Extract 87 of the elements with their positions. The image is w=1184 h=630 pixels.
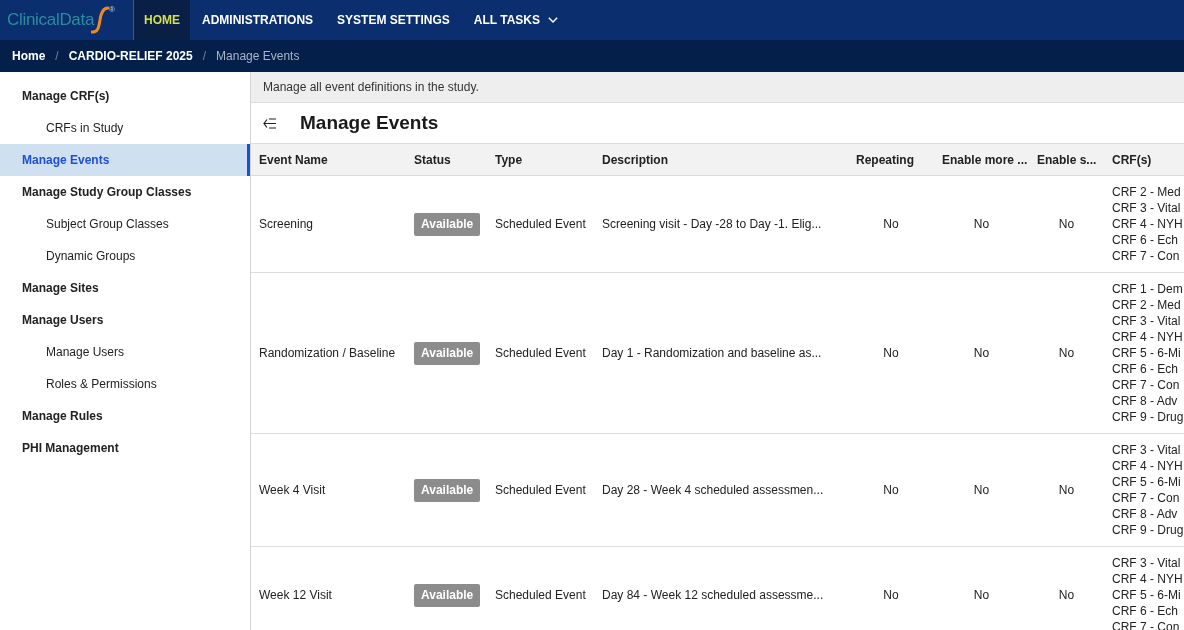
sidebar-item[interactable]: Manage Rules — [0, 400, 250, 432]
crf-name: CRF 9 - Drug — [1112, 409, 1184, 425]
crf-name: CRF 2 - Med — [1112, 297, 1182, 313]
nav-tab[interactable]: SYSTEM SETTINGS — [325, 0, 462, 40]
table-cell-text: No — [973, 482, 990, 499]
table-cell-text: Screening — [259, 216, 314, 233]
table-cell-text: Week 4 Visit — [259, 482, 326, 499]
table-cell-text: Week 12 Visit — [259, 587, 332, 604]
breadcrumb-current: Manage Events — [216, 48, 300, 65]
crf-name: CRF 3 - Vital — [1112, 200, 1182, 216]
table-cell-text: Day 1 - Randomization and baseline as... — [602, 345, 822, 362]
sidebar-item[interactable]: Manage Events — [0, 144, 250, 176]
status-badge: Available — [414, 583, 481, 607]
nav-tab[interactable]: HOME — [134, 0, 190, 40]
table-cell-text: Randomization / Baseline — [259, 345, 396, 362]
crf-name: CRF 4 - NYH — [1112, 329, 1184, 345]
crf-name: CRF 5 - 6-Mi — [1112, 474, 1182, 490]
crf-name: CRF 6 - Ech — [1112, 603, 1179, 619]
crf-name: CRF 3 - Vital — [1112, 555, 1182, 571]
column-header: CRF(s) — [1112, 151, 1152, 169]
table-cell-text: Scheduled Event — [495, 587, 586, 604]
table-cell-text: Scheduled Event — [495, 482, 586, 499]
table-cell-text: No — [883, 345, 899, 362]
nav-tab[interactable]: ALL TASKS — [461, 0, 571, 40]
table-cell-text: No — [883, 216, 899, 233]
status-badge: Available — [414, 341, 481, 365]
column-header: Status — [414, 151, 451, 169]
breadcrumb-separator: / — [202, 48, 207, 65]
crf-name: CRF 9 - Drug — [1112, 522, 1184, 538]
crf-name: CRF 4 - NYH — [1112, 571, 1184, 587]
sidebar-item[interactable]: PHI Management — [0, 432, 250, 464]
table-cell-text: Scheduled Event — [495, 216, 586, 233]
nav-tab[interactable]: ADMINISTRATIONS — [190, 0, 326, 40]
breadcrumb-link[interactable]: Home — [12, 47, 46, 65]
table-cell-text: No — [973, 587, 990, 604]
logo-text: ClinicalData — [7, 9, 95, 32]
crf-name: CRF 4 - NYH — [1112, 458, 1184, 474]
sidebar-item[interactable]: Dynamic Groups — [0, 240, 250, 272]
table-cell-text: No — [1058, 345, 1075, 362]
crf-name: CRF 4 - NYH — [1112, 216, 1184, 232]
table-cell-text: No — [973, 345, 990, 362]
column-header: Enable s... — [1037, 151, 1097, 169]
table-cell-text: No — [1058, 587, 1075, 604]
table-cell-text: No — [973, 216, 990, 233]
table-cell-text: No — [1058, 216, 1075, 233]
sidebar-item[interactable]: Manage Users — [0, 304, 250, 336]
sidebar-item[interactable]: Subject Group Classes — [0, 208, 250, 240]
column-header: Repeating — [856, 151, 914, 169]
crf-name: CRF 6 - Ech — [1112, 361, 1179, 377]
sidebar-item[interactable]: CRFs in Study — [0, 112, 250, 144]
registered-mark: ® — [109, 6, 115, 14]
crf-name: CRF 6 - Ech — [1112, 232, 1179, 248]
breadcrumb-separator: / — [55, 48, 59, 65]
crf-name: CRF 7 - Con — [1112, 248, 1181, 264]
table-cell-text: Scheduled Event — [495, 345, 586, 362]
arrow-lines-icon[interactable] — [263, 117, 277, 129]
page-title: Manage Events — [300, 110, 439, 135]
chevron-down-icon — [548, 17, 559, 23]
sidebar-item[interactable]: Manage Study Group Classes — [0, 176, 250, 208]
table-cell-text: Day 28 - Week 4 scheduled assessmen... — [602, 482, 824, 499]
crf-name: CRF 5 - 6-Mi — [1112, 345, 1182, 361]
column-header: Description — [602, 151, 668, 169]
status-badge: Available — [414, 478, 481, 502]
crf-name: CRF 1 - Dem — [1112, 281, 1184, 297]
column-header: Enable more ... — [942, 151, 1028, 169]
table-cell-text: Day 84 - Week 12 scheduled assessme... — [602, 587, 824, 604]
column-header: Event Name — [259, 151, 328, 169]
crf-name: CRF 8 - Adv — [1112, 393, 1179, 409]
crf-name: CRF 7 - Con — [1112, 377, 1181, 393]
column-header: Type — [495, 151, 523, 169]
crf-name: CRF 2 - Med — [1112, 184, 1182, 200]
sidebar-item[interactable]: Manage Sites — [0, 272, 250, 304]
crf-name: CRF 3 - Vital — [1112, 313, 1182, 329]
sidebar-item[interactable]: Manage Users — [0, 336, 250, 368]
crf-name: CRF 5 - 6-Mi — [1112, 587, 1182, 603]
table-cell-text: Screening visit - Day -28 to Day -1. Elig... — [602, 216, 822, 233]
sidebar-item[interactable]: Roles & Permissions — [0, 368, 250, 400]
crf-name: CRF 7 - Con — [1112, 490, 1181, 506]
table-cell-text: No — [1058, 482, 1075, 499]
table-cell-text: No — [883, 482, 899, 499]
table-cell-text: No — [883, 587, 899, 604]
crf-name: CRF 3 - Vital — [1112, 442, 1182, 458]
crf-name: CRF 8 - Adv — [1112, 506, 1179, 522]
breadcrumb-link[interactable]: CARDIO-RELIEF 2025 — [68, 47, 193, 65]
sidebar-item[interactable]: Manage CRF(s) — [0, 80, 250, 112]
status-badge: Available — [414, 212, 481, 236]
notice-text: Manage all event definitions in the study. — [263, 79, 479, 96]
